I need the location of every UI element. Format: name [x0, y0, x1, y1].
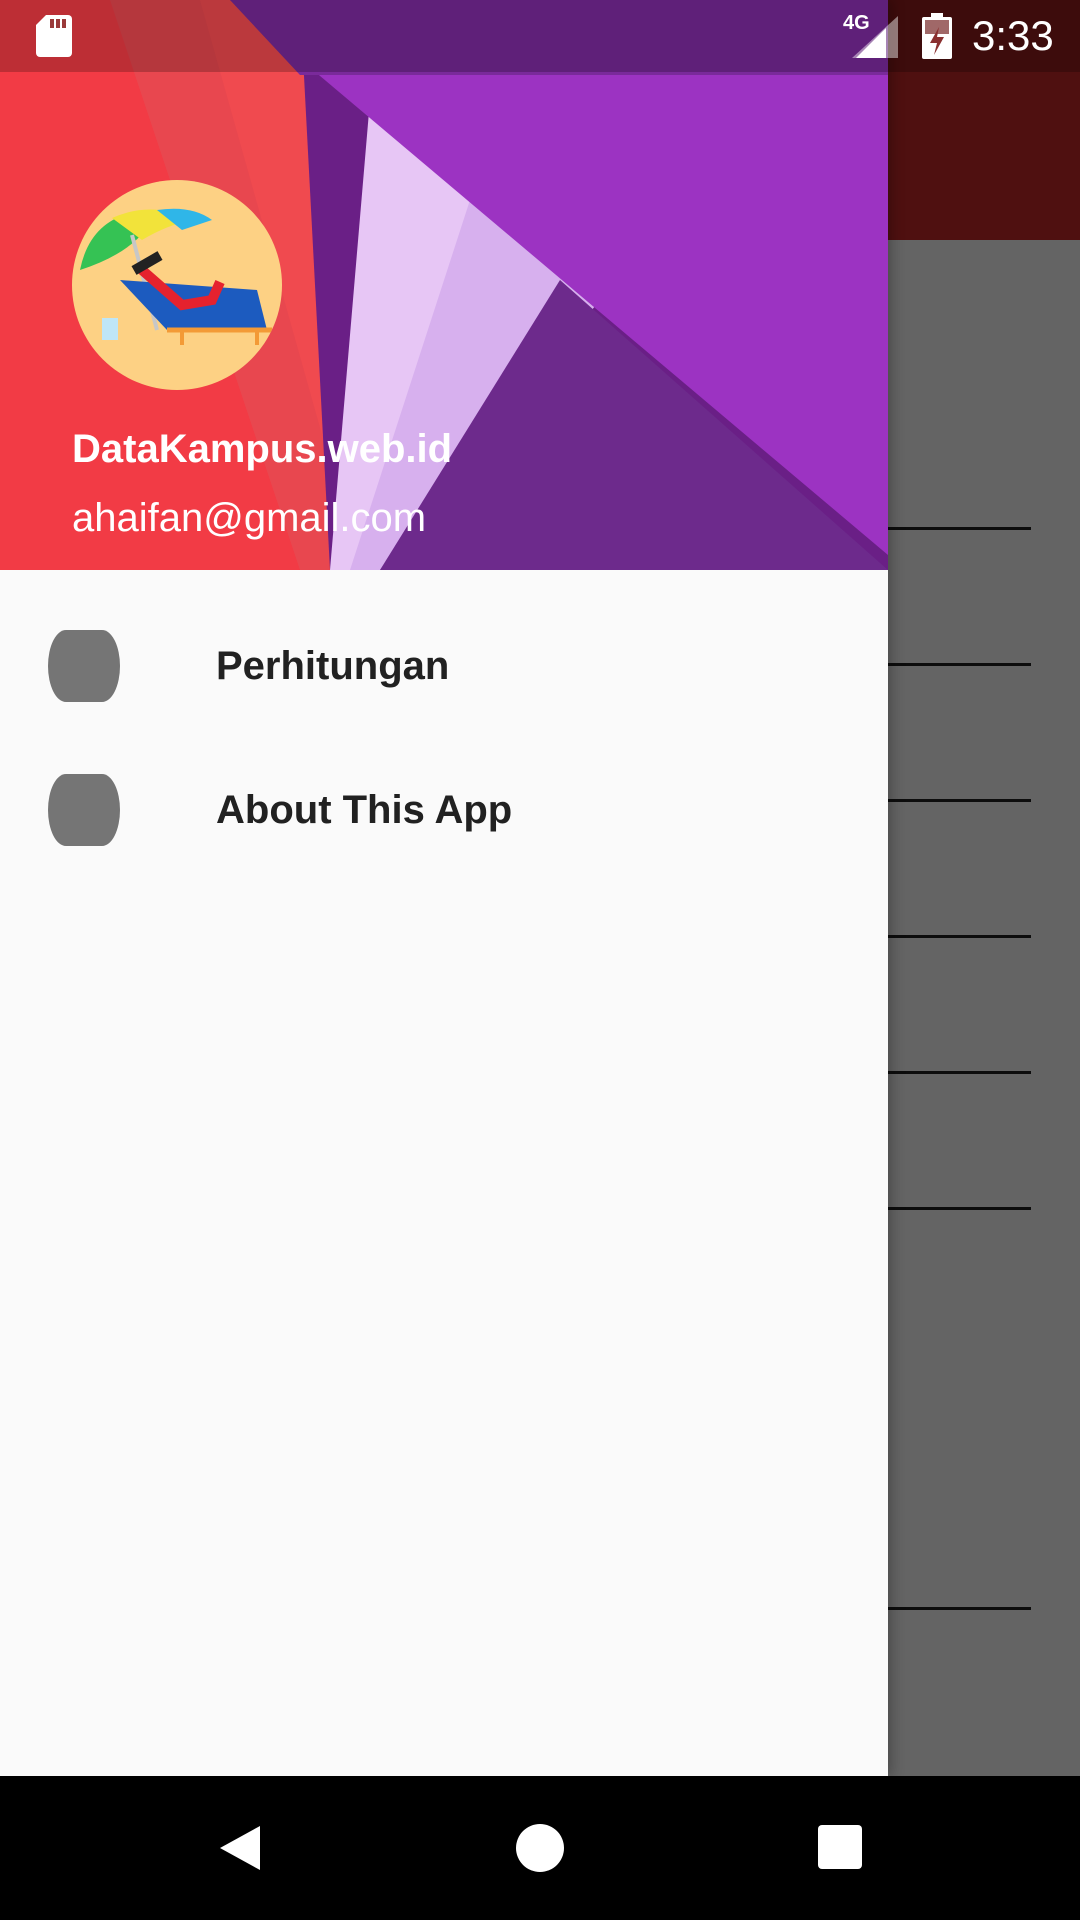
status-bar: 4G 3:33 — [0, 0, 1080, 72]
drawer-header: DataKampus.web.id ahaifan@gmail.com — [0, 0, 888, 570]
battery-charging-icon — [922, 13, 952, 59]
sd-card-icon — [36, 15, 72, 57]
status-clock: 3:33 — [972, 12, 1054, 59]
system-navigation-bar — [0, 1776, 1080, 1920]
drawer-item-about[interactable]: About This App — [0, 724, 888, 868]
profile-avatar[interactable] — [72, 180, 282, 390]
back-icon[interactable] — [216, 1824, 264, 1872]
menu-placeholder-icon — [48, 630, 120, 702]
drawer-menu: Perhitungan About This App — [0, 580, 888, 868]
menu-placeholder-icon — [48, 774, 120, 846]
navigation-drawer: DataKampus.web.id ahaifan@gmail.com Perh… — [0, 0, 888, 1776]
home-icon[interactable] — [516, 1824, 564, 1872]
beach-chair-umbrella-icon — [80, 208, 272, 345]
drawer-item-label: About This App — [216, 788, 513, 832]
recent-apps-icon[interactable] — [818, 1825, 862, 1869]
signal-icon — [852, 16, 898, 58]
header-account-name: DataKampus.web.id — [72, 427, 453, 471]
drawer-item-perhitungan[interactable]: Perhitungan — [0, 580, 888, 724]
header-account-email: ahaifan@gmail.com — [72, 496, 427, 540]
drawer-item-label: Perhitungan — [216, 644, 450, 688]
